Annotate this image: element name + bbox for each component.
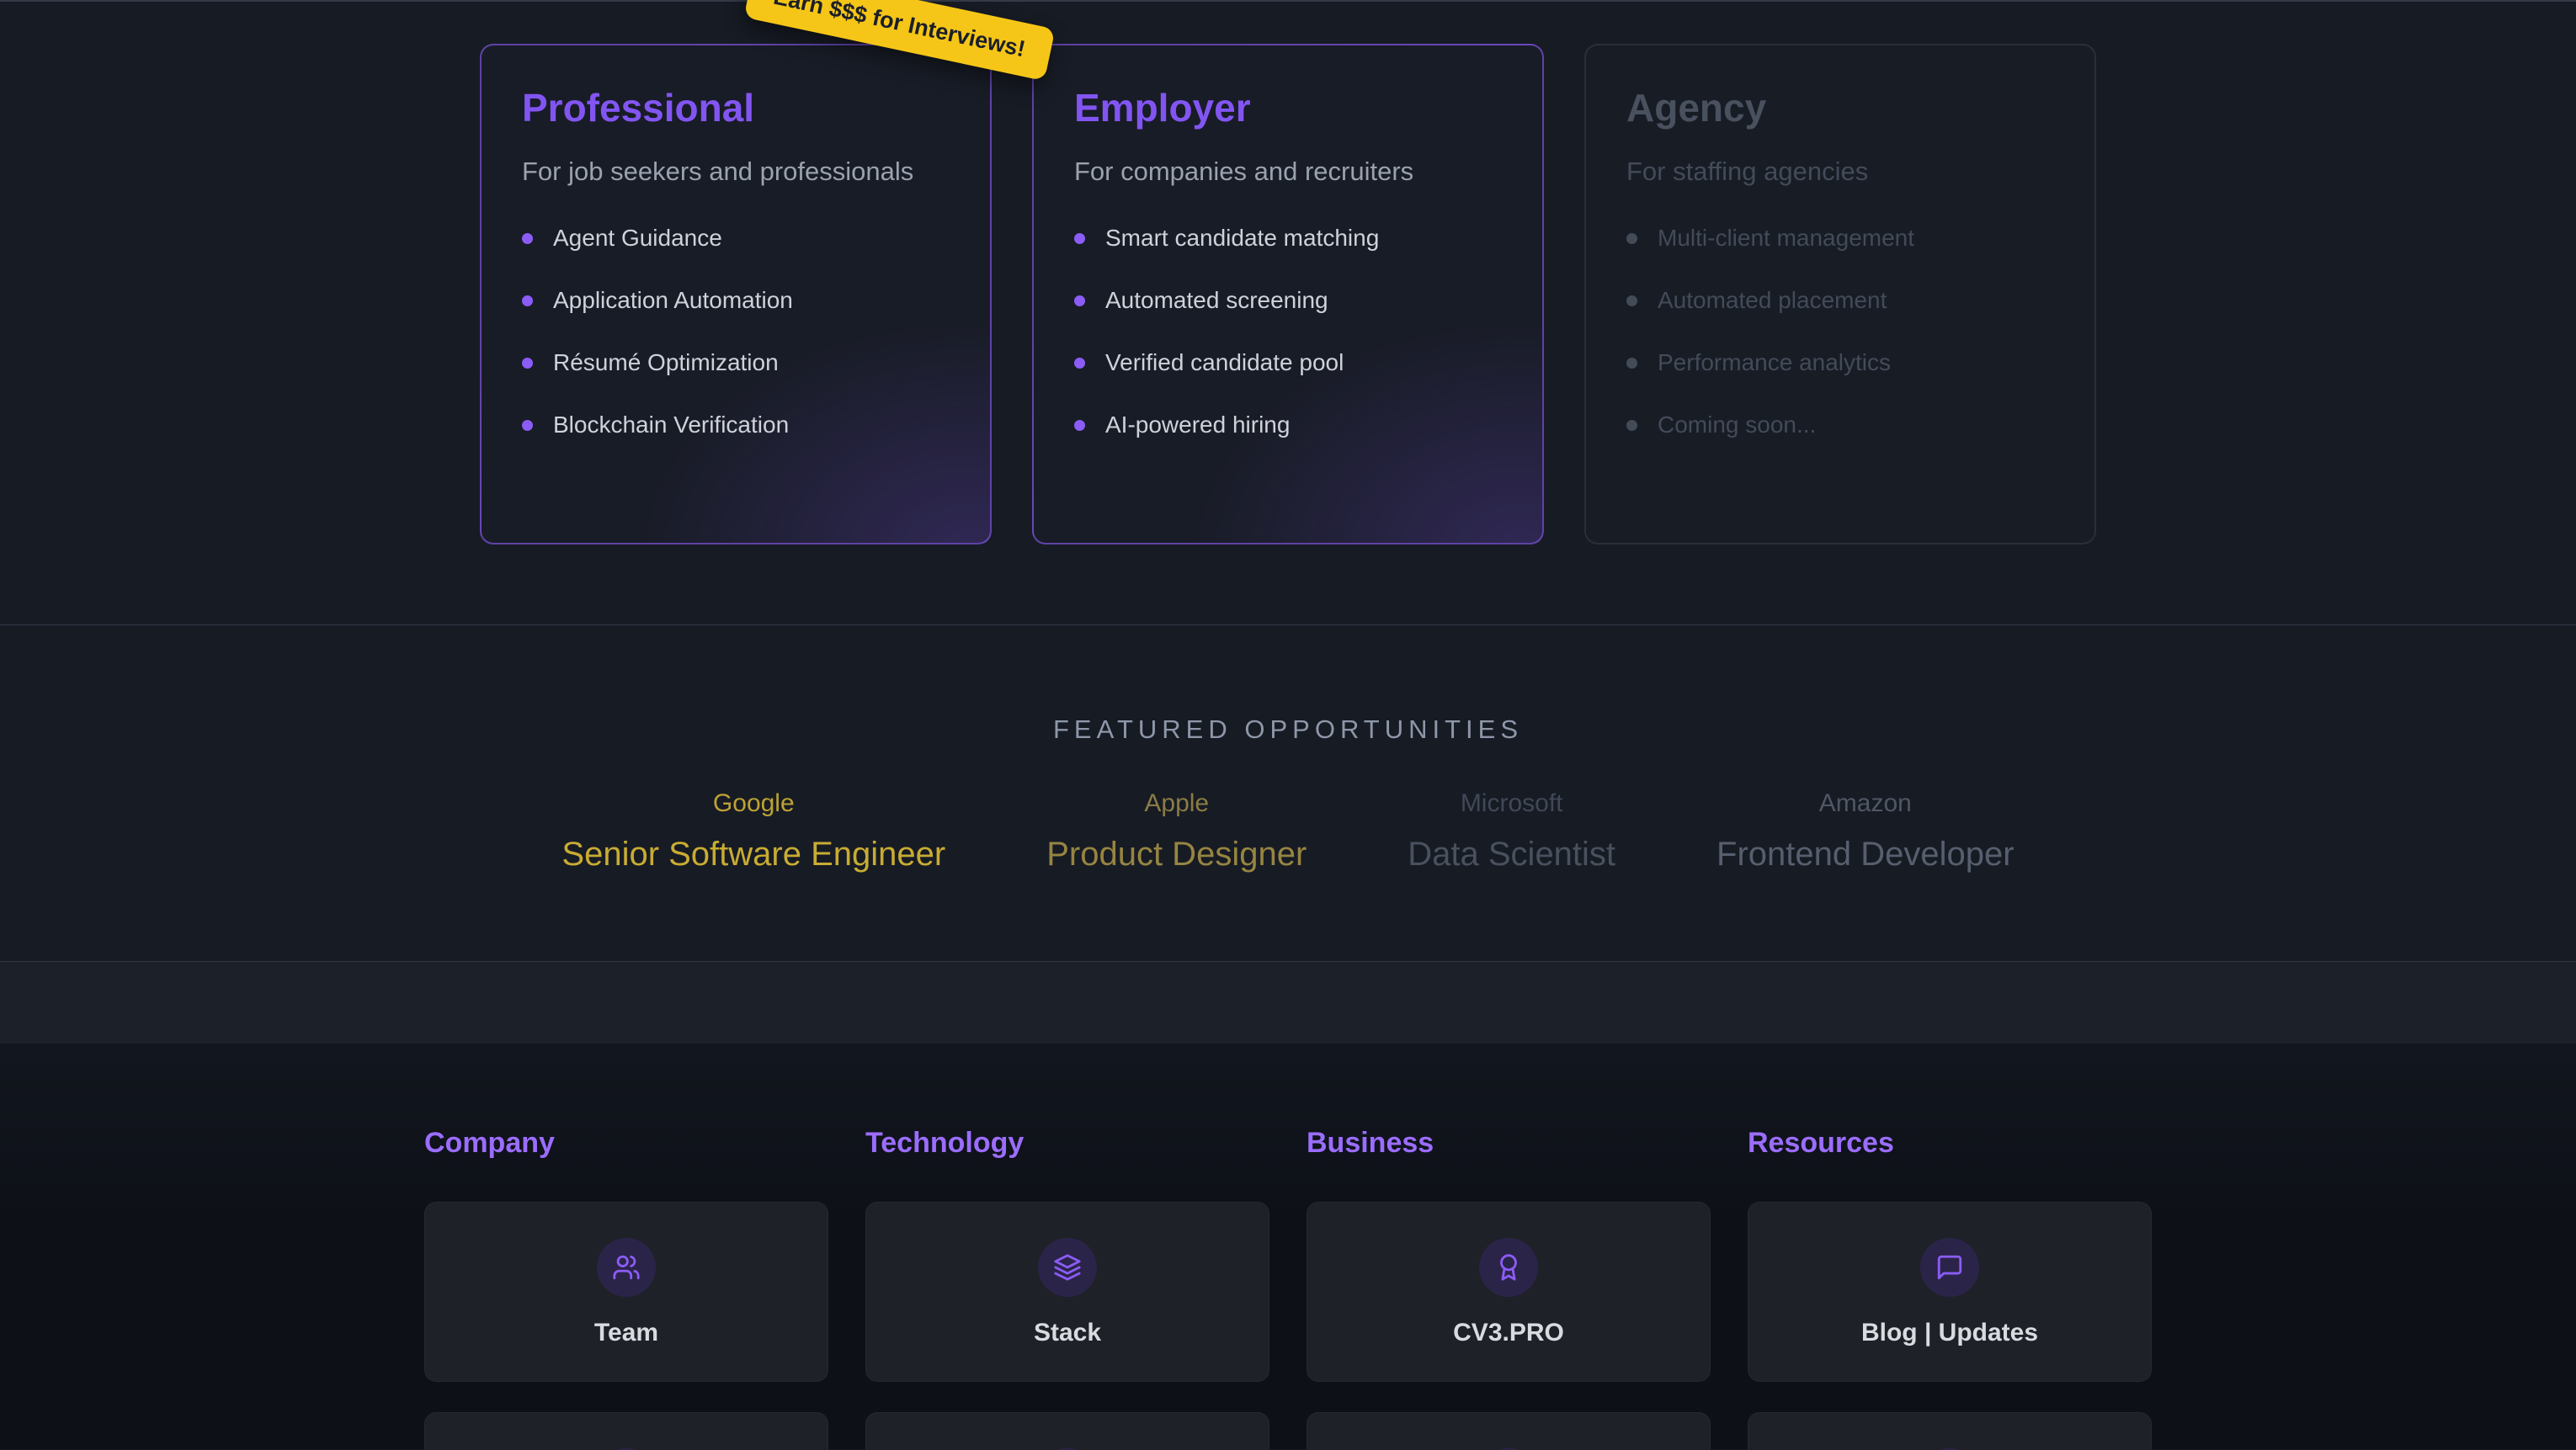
footer-card-partial[interactable] bbox=[1307, 1412, 1711, 1450]
plan-feature-label: Multi-client management bbox=[1658, 226, 1914, 251]
job-role: Product Designer bbox=[1046, 834, 1307, 874]
plan-feature-list: Smart candidate matching Automated scree… bbox=[1074, 226, 1502, 438]
footer-card-label: CV3.PRO bbox=[1453, 1319, 1564, 1347]
bullet-icon bbox=[1626, 420, 1637, 431]
plans-section: Earn $$$ for Interviews! Professional Fo… bbox=[0, 0, 2576, 625]
plan-feature-label: Blockchain Verification bbox=[553, 412, 789, 438]
plan-feature: Coming soon... bbox=[1626, 412, 2054, 438]
footer-card-cv3pro[interactable]: CV3.PRO bbox=[1307, 1202, 1711, 1382]
plan-feature-label: Automated placement bbox=[1658, 288, 1887, 313]
plan-feature-label: Smart candidate matching bbox=[1105, 226, 1379, 251]
plan-feature: Multi-client management bbox=[1626, 226, 2054, 251]
plan-feature: Performance analytics bbox=[1626, 350, 2054, 375]
footer-column-heading: Business bbox=[1307, 1126, 1711, 1160]
bullet-icon bbox=[1626, 358, 1637, 369]
plan-feature: Agent Guidance bbox=[522, 226, 950, 251]
plan-title: Agency bbox=[1626, 84, 2054, 131]
plan-feature-label: Verified candidate pool bbox=[1105, 350, 1344, 375]
plan-feature-label: AI-powered hiring bbox=[1105, 412, 1290, 438]
plan-feature-label: Résumé Optimization bbox=[553, 350, 779, 375]
featured-job-apple[interactable]: Apple Product Designer bbox=[1046, 787, 1307, 874]
footer-grid: Company Team Technology Stack bbox=[424, 1126, 2152, 1450]
plan-feature: Automated placement bbox=[1626, 288, 2054, 313]
plan-card-employer[interactable]: Employer For companies and recruiters Sm… bbox=[1032, 44, 1544, 544]
layers-icon bbox=[1038, 1238, 1097, 1297]
plan-feature: Résumé Optimization bbox=[522, 350, 950, 375]
plan-feature-label: Application Automation bbox=[553, 288, 793, 313]
plan-title: Employer bbox=[1074, 84, 1502, 131]
plan-feature-label: Agent Guidance bbox=[553, 226, 722, 251]
footer-card-stack[interactable]: Stack bbox=[865, 1202, 1269, 1382]
featured-heading: FEATURED OPPORTUNITIES bbox=[0, 713, 2576, 746]
footer-card-label: Team bbox=[594, 1319, 658, 1347]
footer: Company Team Technology Stack bbox=[0, 1044, 2576, 1449]
plan-title: Professional bbox=[522, 84, 950, 131]
featured-job-microsoft[interactable]: Microsoft Data Scientist bbox=[1408, 787, 1615, 874]
footer-column-heading: Resources bbox=[1748, 1126, 2152, 1160]
plan-subtitle: For staffing agencies bbox=[1626, 155, 2054, 189]
bullet-icon bbox=[1074, 420, 1085, 431]
footer-card-team[interactable]: Team bbox=[424, 1202, 828, 1382]
bullet-icon bbox=[522, 295, 533, 306]
plan-feature: Smart candidate matching bbox=[1074, 226, 1502, 251]
footer-column-heading: Company bbox=[424, 1126, 828, 1160]
plan-cards-row: Professional For job seekers and profess… bbox=[0, 2, 2576, 544]
bullet-icon bbox=[1074, 295, 1085, 306]
plan-feature: Verified candidate pool bbox=[1074, 350, 1502, 375]
plan-feature: AI-powered hiring bbox=[1074, 412, 1502, 438]
section-divider-strip bbox=[0, 962, 2576, 1044]
footer-card-partial[interactable] bbox=[424, 1412, 828, 1450]
plan-feature-label: Performance analytics bbox=[1658, 350, 1891, 375]
job-company: Amazon bbox=[1716, 787, 2014, 821]
bullet-icon bbox=[522, 420, 533, 431]
plan-card-professional[interactable]: Professional For job seekers and profess… bbox=[480, 44, 992, 544]
plan-feature-list: Agent Guidance Application Automation Ré… bbox=[522, 226, 950, 438]
job-company: Google bbox=[562, 787, 945, 821]
users-icon bbox=[597, 1238, 656, 1297]
footer-column-company: Company Team bbox=[424, 1126, 828, 1450]
footer-card-label: Stack bbox=[1034, 1319, 1101, 1347]
award-icon bbox=[1479, 1238, 1538, 1297]
job-company: Apple bbox=[1046, 787, 1307, 821]
job-role: Data Scientist bbox=[1408, 834, 1615, 874]
footer-card-label: Blog | Updates bbox=[1861, 1319, 2038, 1347]
plan-feature: Blockchain Verification bbox=[522, 412, 950, 438]
plan-subtitle: For job seekers and professionals bbox=[522, 155, 950, 189]
message-square-icon bbox=[1920, 1238, 1979, 1297]
bullet-icon bbox=[522, 233, 533, 244]
featured-jobs-row: Google Senior Software Engineer Apple Pr… bbox=[0, 787, 2576, 874]
plan-feature: Automated screening bbox=[1074, 288, 1502, 313]
plan-feature-label: Automated screening bbox=[1105, 288, 1328, 313]
featured-job-google[interactable]: Google Senior Software Engineer bbox=[562, 787, 945, 874]
featured-job-amazon[interactable]: Amazon Frontend Developer bbox=[1716, 787, 2014, 874]
footer-card-partial[interactable] bbox=[1748, 1412, 2152, 1450]
footer-column-heading: Technology bbox=[865, 1126, 1269, 1160]
footer-column-business: Business CV3.PRO bbox=[1307, 1126, 1711, 1450]
job-role: Senior Software Engineer bbox=[562, 834, 945, 874]
plan-subtitle: For companies and recruiters bbox=[1074, 155, 1502, 189]
plan-card-agency: Agency For staffing agencies Multi-clien… bbox=[1584, 44, 2096, 544]
bullet-icon bbox=[522, 358, 533, 369]
featured-opportunities-section: FEATURED OPPORTUNITIES Google Senior Sof… bbox=[0, 625, 2576, 962]
plan-feature-list: Multi-client management Automated placem… bbox=[1626, 226, 2054, 438]
plan-feature-label: Coming soon... bbox=[1658, 412, 1816, 438]
plan-feature: Application Automation bbox=[522, 288, 950, 313]
job-company: Microsoft bbox=[1408, 787, 1615, 821]
footer-card-partial[interactable] bbox=[865, 1412, 1269, 1450]
footer-column-resources: Resources Blog | Updates bbox=[1748, 1126, 2152, 1450]
footer-card-blog-updates[interactable]: Blog | Updates bbox=[1748, 1202, 2152, 1382]
bullet-icon bbox=[1626, 233, 1637, 244]
bullet-icon bbox=[1074, 233, 1085, 244]
bullet-icon bbox=[1626, 295, 1637, 306]
bullet-icon bbox=[1074, 358, 1085, 369]
job-role: Frontend Developer bbox=[1716, 834, 2014, 874]
landing-page: Earn $$$ for Interviews! Professional Fo… bbox=[0, 0, 2576, 1450]
footer-column-technology: Technology Stack bbox=[865, 1126, 1269, 1450]
